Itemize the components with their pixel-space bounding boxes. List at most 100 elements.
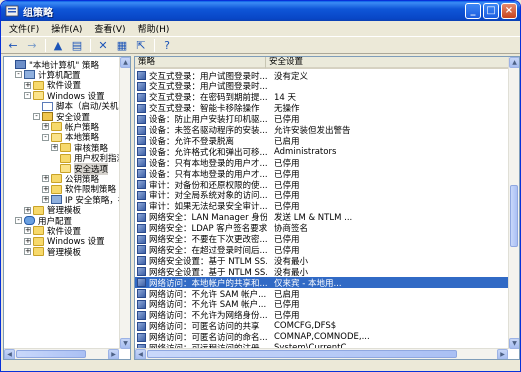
policy-row[interactable]: 交互式登录：用户试图登录时... 没有定义 bbox=[135, 70, 519, 82]
scroll-thumb[interactable] bbox=[147, 350, 457, 358]
tree-horizontal-scrollbar[interactable]: ◀ ▶ bbox=[4, 348, 119, 359]
folder-icon bbox=[33, 236, 44, 246]
book-icon bbox=[42, 112, 53, 121]
policy-row[interactable]: 审计：如果无法纪录安全审计... 已停用 bbox=[135, 201, 519, 212]
window-title: 组策略 bbox=[23, 7, 53, 19]
export-list-icon[interactable]: ⇱ bbox=[133, 38, 149, 52]
policy-setting-icon bbox=[137, 310, 146, 320]
folder-icon bbox=[51, 184, 62, 194]
maximize-button[interactable]: □ bbox=[483, 3, 499, 19]
collapse-toggle[interactable]: - bbox=[33, 113, 40, 120]
policy-row[interactable]: 设备：允许格式化和弹出可移... Administrators bbox=[135, 146, 519, 158]
menu-action[interactable]: 操作(A) bbox=[45, 22, 88, 35]
menu-bar: 文件(F) 操作(A) 查看(V) 帮助(H) bbox=[1, 21, 520, 36]
list-horizontal-scrollbar[interactable]: ◀ ▶ bbox=[135, 348, 508, 359]
scroll-up-button[interactable]: ▲ bbox=[120, 57, 130, 68]
list-vertical-scrollbar[interactable]: ▲ ▼ bbox=[508, 57, 519, 349]
policy-row[interactable]: 网络安全：在超过登录时间后... 已停用 bbox=[135, 244, 519, 256]
toolbar-separator bbox=[154, 38, 155, 52]
forward-arrow-icon[interactable]: → bbox=[24, 38, 40, 52]
policy-row[interactable]: 网络安全：LAN Manager 身份... 发送 LM & NTLM ... bbox=[135, 212, 519, 223]
policy-row[interactable]: 网络安全设置：基于 NTLM SS... 没有最小 bbox=[135, 266, 519, 278]
close-button[interactable]: × bbox=[501, 3, 517, 19]
status-bar bbox=[1, 362, 520, 371]
tree-node[interactable]: + 管理模板 bbox=[24, 246, 82, 258]
policy-setting-value: 已启用 bbox=[274, 136, 300, 147]
policy-setting-icon bbox=[137, 278, 146, 288]
expand-toggle[interactable]: + bbox=[42, 185, 49, 193]
scroll-thumb[interactable] bbox=[16, 350, 86, 358]
help-icon[interactable]: ? bbox=[159, 38, 175, 52]
menu-help[interactable]: 帮助(H) bbox=[132, 22, 176, 35]
scroll-down-button[interactable]: ▼ bbox=[120, 338, 130, 349]
policy-row[interactable]: 设备：防止用户安装打印机驱... 已停用 bbox=[135, 114, 519, 125]
policy-row[interactable]: 网络访问：不允许 SAM 帐户... 已启用 bbox=[135, 288, 519, 300]
expand-toggle[interactable]: + bbox=[24, 237, 31, 245]
scroll-left-button[interactable]: ◀ bbox=[135, 349, 146, 359]
minimize-button[interactable]: _ bbox=[465, 3, 481, 19]
delete-icon[interactable]: ✕ bbox=[95, 38, 111, 52]
policy-setting-icon bbox=[137, 103, 146, 113]
properties-icon[interactable]: ▦ bbox=[114, 38, 130, 52]
tree-node-label: 管理模板 bbox=[47, 247, 82, 258]
policy-row[interactable]: 设备：允许不登录脱离 已启用 bbox=[135, 135, 519, 147]
expand-toggle[interactable]: + bbox=[24, 248, 31, 256]
policy-row[interactable]: 网络安全：LDAP 客户签名要求 协商签名 bbox=[135, 223, 519, 234]
scroll-down-button[interactable]: ▼ bbox=[509, 338, 519, 349]
policy-row[interactable]: 交互式登录：在密码到期前提... 14 天 bbox=[135, 92, 519, 103]
policy-row[interactable]: 设备：只有本地登录的用户才... 已停用 bbox=[135, 168, 519, 180]
up-folder-icon[interactable]: ▲ bbox=[50, 38, 66, 52]
policy-setting-icon bbox=[137, 256, 146, 266]
column-header-setting[interactable]: 安全设置 bbox=[266, 57, 509, 69]
policy-row[interactable]: 网络安全：不要在下次更改密... 已停用 bbox=[135, 234, 519, 245]
expand-toggle[interactable]: + bbox=[24, 81, 31, 89]
policy-setting-icon bbox=[137, 81, 146, 91]
menu-file[interactable]: 文件(F) bbox=[3, 22, 45, 35]
policy-setting-icon bbox=[137, 158, 146, 168]
scroll-thumb[interactable] bbox=[510, 185, 518, 247]
policy-row[interactable]: 交互式登录：用户试图登录时... bbox=[135, 81, 519, 92]
policy-row[interactable]: 审计：对备份和还原权限的使... 已停用 bbox=[135, 179, 519, 191]
policy-setting-icon bbox=[137, 212, 146, 222]
menu-view[interactable]: 查看(V) bbox=[88, 22, 131, 35]
folder-open-icon bbox=[51, 132, 62, 142]
policy-row[interactable]: 网络访问：可匿名访问的共享 COMCFG,DFS$ bbox=[135, 321, 519, 332]
folder-open-icon bbox=[60, 164, 71, 173]
column-header-policy[interactable]: 策略 bbox=[135, 57, 266, 69]
collapse-toggle[interactable]: - bbox=[24, 92, 31, 100]
expand-toggle[interactable]: + bbox=[42, 175, 49, 183]
policy-setting-value: 没有定义 bbox=[274, 71, 309, 82]
policy-row[interactable]: 交互式登录：智能卡移除操作 无操作 bbox=[135, 103, 519, 114]
scroll-up-button[interactable]: ▲ bbox=[509, 57, 519, 68]
collapse-toggle[interactable]: - bbox=[15, 71, 22, 79]
show-tree-icon[interactable]: ▤ bbox=[69, 38, 85, 52]
expand-toggle[interactable]: + bbox=[42, 123, 49, 131]
scroll-right-button[interactable]: ▶ bbox=[497, 349, 508, 359]
collapse-toggle[interactable]: - bbox=[42, 133, 49, 141]
policy-row[interactable]: 设备：只有本地登录的用户才... 已停用 bbox=[135, 157, 519, 169]
policy-row[interactable]: 网络访问：不允许 SAM 帐户... 已停用 bbox=[135, 299, 519, 310]
policy-row[interactable]: 设备：未签名驱动程序的安装... 允许安装但发出警告 bbox=[135, 125, 519, 136]
folder-icon bbox=[60, 153, 71, 163]
policy-row[interactable]: 网络访问：不允许为网络身份... 已停用 bbox=[135, 310, 519, 321]
expand-toggle[interactable]: + bbox=[24, 206, 31, 214]
title-bar[interactable]: 组策略 _ □ × bbox=[1, 1, 520, 21]
policy-setting-icon bbox=[137, 147, 146, 157]
expand-toggle[interactable]: + bbox=[42, 196, 49, 204]
policy-row[interactable]: 网络访问：本地帐户的共享和... 仅来宾 - 本地用... bbox=[135, 277, 519, 289]
policy-row[interactable]: 审计：对全局系统对象的访问... 已停用 bbox=[135, 190, 519, 201]
expand-toggle[interactable]: + bbox=[24, 227, 31, 235]
policy-row[interactable]: 网络访问：可匿名访问的命名... COMNAP,COMNODE,... bbox=[135, 332, 519, 343]
console-tree[interactable]: "本地计算机" 策略 - 计算机配置 + 软件设置 - Windows 设置 脚本（启动/关机… bbox=[3, 56, 131, 360]
scroll-left-button[interactable]: ◀ bbox=[4, 349, 15, 359]
collapse-toggle[interactable]: - bbox=[15, 217, 22, 224]
user-icon bbox=[24, 216, 35, 225]
tree-vertical-scrollbar[interactable]: ▲ ▼ bbox=[119, 57, 130, 349]
folder-icon bbox=[33, 80, 44, 90]
back-arrow-icon[interactable]: ← bbox=[5, 38, 21, 52]
group-policy-app-icon bbox=[5, 4, 19, 18]
policy-row[interactable]: 网络安全设置：基于 NTLM SS... 没有最小 bbox=[135, 255, 519, 267]
policy-setting-icon bbox=[137, 332, 146, 342]
expand-toggle[interactable]: + bbox=[51, 144, 58, 152]
scroll-right-button[interactable]: ▶ bbox=[108, 349, 119, 359]
